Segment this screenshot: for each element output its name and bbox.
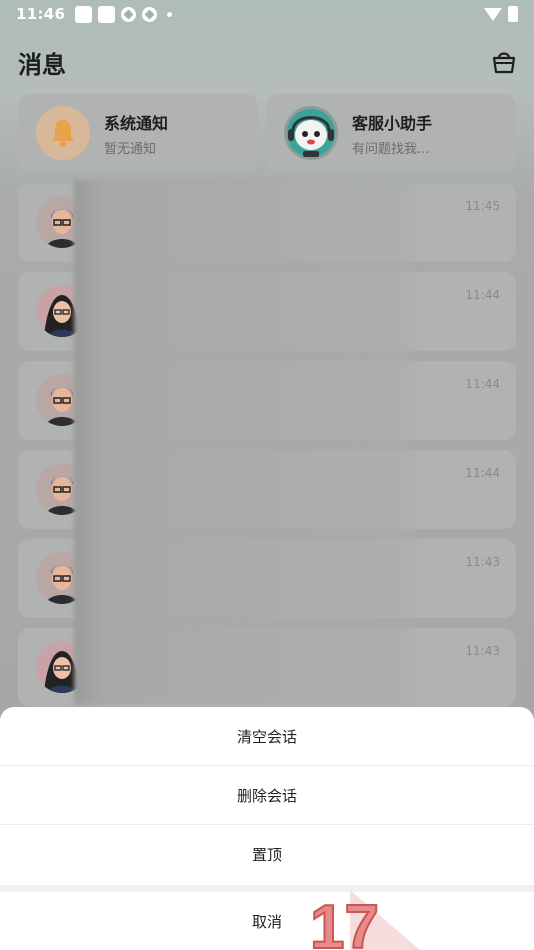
notification-app-icon xyxy=(75,5,93,23)
blurred-content-overlay xyxy=(74,180,414,705)
bell-icon xyxy=(36,106,90,160)
delete-conversation-button[interactable]: 删除会话 xyxy=(0,766,534,825)
conversation-time: 11:44 xyxy=(465,377,500,391)
system-notification-card[interactable]: 系统通知 暂无通知 xyxy=(18,94,258,172)
card-subtitle: 有问题找我... xyxy=(352,141,430,157)
notification-app-icon xyxy=(121,6,137,22)
pin-conversation-button[interactable]: 置顶 xyxy=(0,825,534,884)
conversation-time: 11:43 xyxy=(465,555,500,569)
clear-conversation-button[interactable]: 清空会话 xyxy=(0,707,534,766)
notification-icons xyxy=(75,5,173,23)
card-title: 客服小助手 xyxy=(352,113,433,133)
action-sheet: 清空会话 删除会话 置顶 取消 xyxy=(0,707,534,950)
notification-app-icon xyxy=(142,6,158,22)
notification-app-icon xyxy=(98,5,116,23)
shopping-basket-icon[interactable] xyxy=(490,48,518,76)
status-bar: 11:46 xyxy=(0,0,534,28)
battery-icon xyxy=(508,6,518,22)
cancel-button[interactable]: 取消 xyxy=(0,892,534,950)
support-mascot-avatar xyxy=(284,106,338,160)
watermark-logo: 17 xyxy=(310,890,420,950)
status-time: 11:46 xyxy=(16,5,66,23)
page-title: 消息 xyxy=(18,50,66,79)
card-subtitle: 暂无通知 xyxy=(104,141,157,157)
conversation-time: 11:45 xyxy=(465,199,500,213)
sheet-divider xyxy=(0,885,534,892)
customer-service-card[interactable]: 客服小助手 有问题找我... xyxy=(266,94,516,172)
wifi-icon xyxy=(484,7,502,21)
card-title: 系统通知 xyxy=(104,113,169,133)
header: 消息 xyxy=(18,44,518,80)
more-notifications-dot-icon xyxy=(167,11,173,17)
conversation-time: 11:44 xyxy=(465,466,500,480)
conversation-time: 11:43 xyxy=(465,644,500,658)
conversation-time: 11:44 xyxy=(465,288,500,302)
svg-text:17: 17 xyxy=(310,893,379,950)
